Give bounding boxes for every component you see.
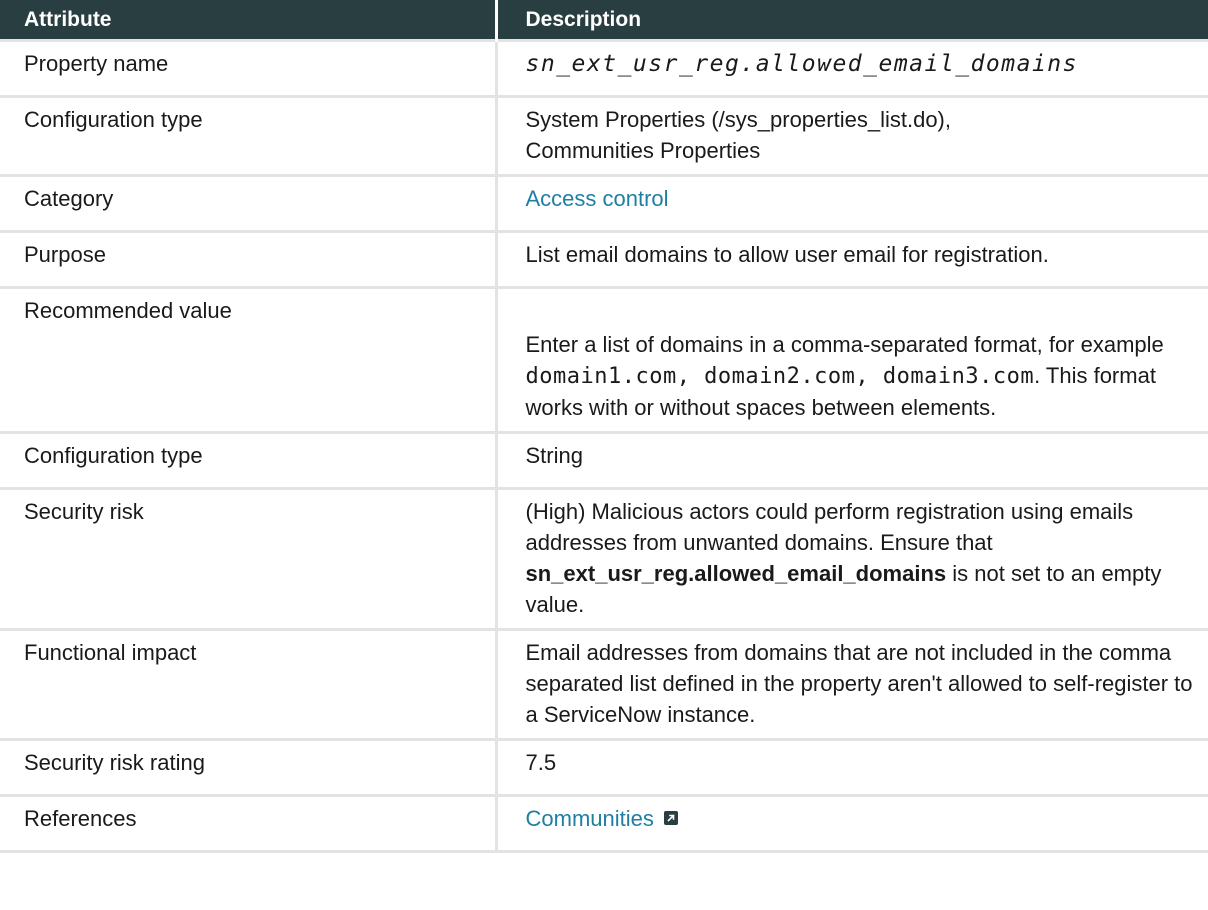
description-cell: System Properties (/sys_properties_list.…: [494, 95, 1208, 177]
attribute-cell: Property name: [0, 39, 498, 98]
description-cell: String: [494, 431, 1208, 490]
table-row: References Communities: [0, 794, 1208, 853]
security-risk-property: sn_ext_usr_reg.allowed_email_domains: [525, 561, 947, 586]
description-cell: Communities: [494, 794, 1208, 853]
category-link[interactable]: Access control: [526, 186, 669, 211]
table-row: Security risk (High) Malicious actors co…: [0, 487, 1208, 631]
table-row: Configuration type String: [0, 431, 1208, 490]
attribute-cell: References: [0, 794, 498, 853]
header-description: Description: [496, 0, 1208, 41]
config-type-line-2: Communities Properties: [525, 138, 761, 163]
attribute-cell: Security risk: [0, 487, 498, 631]
attribute-cell: Purpose: [0, 230, 498, 289]
security-risk-text-1: (High) Malicious actors could perform re…: [525, 499, 1134, 555]
attribute-cell: Security risk rating: [0, 738, 498, 797]
communities-link[interactable]: Communities: [526, 806, 654, 831]
attribute-cell: Recommended value: [0, 286, 498, 434]
attribute-cell: Configuration type: [0, 431, 498, 490]
table-row: Security risk rating 7.5: [0, 738, 1208, 797]
description-cell: Access control: [494, 174, 1208, 233]
property-name-value: sn_ext_usr_reg.allowed_email_domains: [525, 51, 1078, 77]
table-row: Recommended value Enter a list of domain…: [0, 286, 1208, 434]
description-cell: 7.5: [494, 738, 1208, 797]
description-cell: Email addresses from domains that are no…: [494, 628, 1208, 741]
external-link-icon[interactable]: [663, 811, 678, 826]
description-cell: sn_ext_usr_reg.allowed_email_domains: [494, 39, 1208, 98]
attribute-cell: Configuration type: [0, 95, 498, 177]
config-type-line-1: System Properties (/sys_properties_list.…: [525, 107, 952, 132]
table-row: Functional impact Email addresses from d…: [0, 628, 1208, 741]
attribute-cell: Functional impact: [0, 628, 498, 741]
table-row: Purpose List email domains to allow user…: [0, 230, 1208, 289]
properties-table: Attribute Description Property name sn_e…: [0, 0, 1208, 853]
description-cell: (High) Malicious actors could perform re…: [494, 487, 1208, 631]
attribute-cell: Category: [0, 174, 498, 233]
table-row: Property name sn_ext_usr_reg.allowed_ema…: [0, 39, 1208, 98]
recommended-text-1: Enter a list of domains in a comma-separ…: [525, 332, 1164, 357]
table-header-row: Attribute Description: [0, 0, 1208, 41]
description-cell: List email domains to allow user email f…: [494, 230, 1208, 289]
header-attribute: Attribute: [0, 0, 498, 41]
description-cell: Enter a list of domains in a comma-separ…: [494, 286, 1208, 434]
recommended-code: domain1.com, domain2.com, domain3.com: [525, 364, 1035, 389]
table-row: Category Access control: [0, 174, 1208, 233]
table-row: Configuration type System Properties (/s…: [0, 95, 1208, 177]
